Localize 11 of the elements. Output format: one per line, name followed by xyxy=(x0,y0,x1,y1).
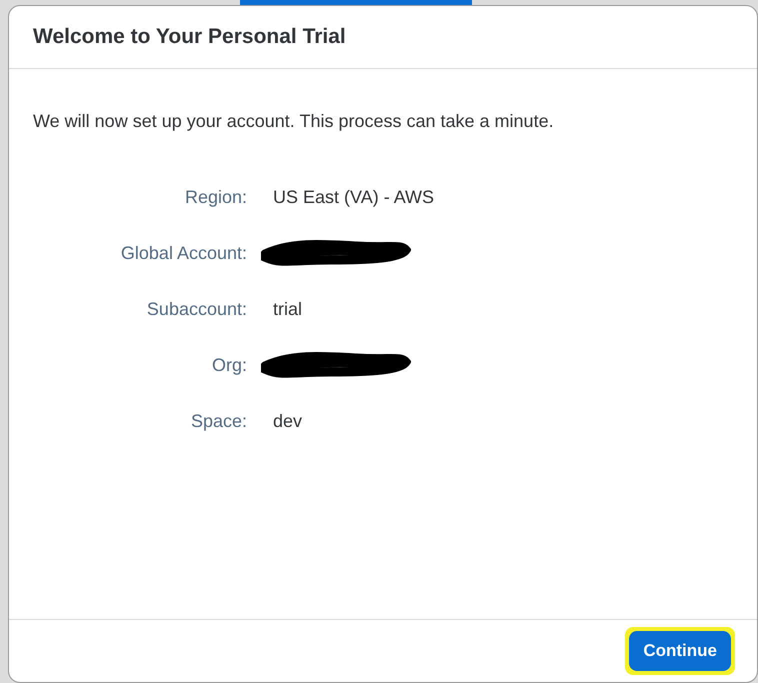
continue-button[interactable]: Continue xyxy=(629,631,731,671)
field-label: Subaccount: xyxy=(146,298,247,321)
field-label: Org: xyxy=(210,354,247,377)
field-value: trial xyxy=(273,298,304,321)
field-label: Space: xyxy=(190,410,247,433)
field-value: US East (VA) - AWS xyxy=(273,186,436,209)
field-value: dev xyxy=(273,410,304,433)
dialog-title: Welcome to Your Personal Trial xyxy=(33,25,346,49)
field-label: Region: xyxy=(184,186,247,209)
message-text: We will now set up your account. This process can take a minute. xyxy=(33,111,555,132)
field-label: Global Account: xyxy=(120,242,247,265)
